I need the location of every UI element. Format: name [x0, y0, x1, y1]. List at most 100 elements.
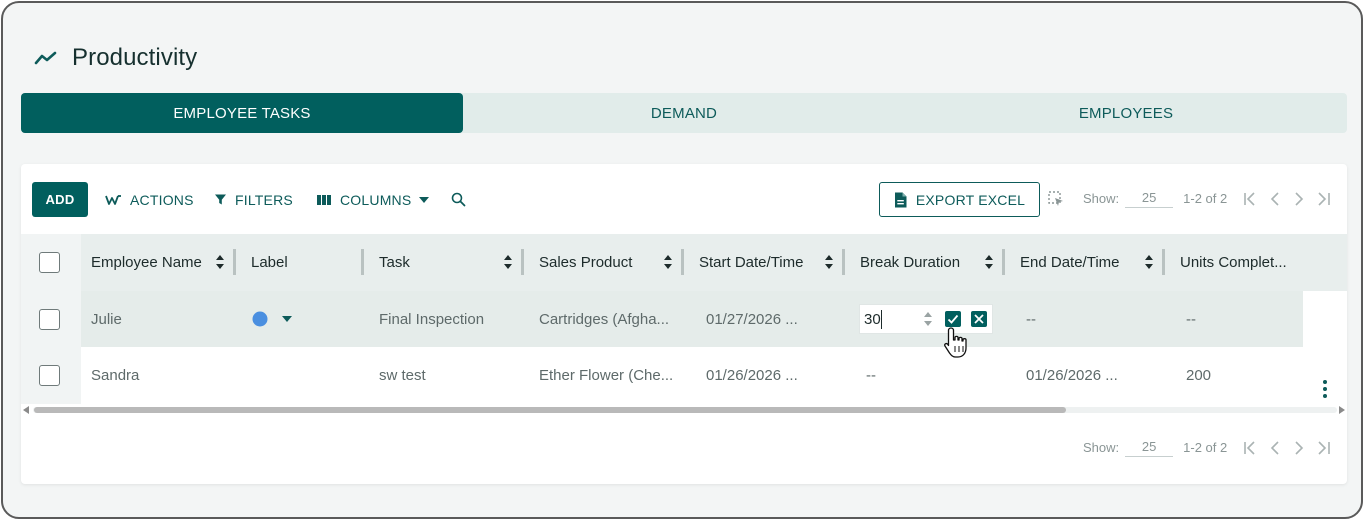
first-page-icon[interactable]: [1243, 191, 1258, 206]
first-page-icon[interactable]: [1243, 440, 1258, 455]
tab-employee-tasks[interactable]: EMPLOYEE TASKS: [21, 93, 463, 133]
export-excel-label: EXPORT EXCEL: [915, 191, 1026, 208]
columns-button[interactable]: COLUMNS: [316, 182, 430, 217]
task-cell: Final Inspection: [379, 310, 485, 328]
pointer-cursor-icon: [944, 327, 967, 358]
break-duration-cell: --: [866, 366, 876, 384]
document-icon: [894, 192, 907, 207]
page-range: 1-2 of 2: [1183, 191, 1228, 206]
page-header: Productivity: [34, 43, 197, 73]
units-completed-cell: --: [1186, 310, 1196, 328]
actions-label: ACTIONS: [130, 191, 194, 208]
grid-toolbar: ADD ACTIONS FILTERS COLUMNS EXPORT EXCEL…: [21, 164, 1347, 232]
table-row[interactable]: [21, 291, 1347, 347]
sort-icon[interactable]: [215, 254, 225, 270]
actions-icon: [105, 194, 121, 205]
top-pager: Show: 25 1-2 of 2: [1083, 181, 1331, 216]
break-duration-input[interactable]: 30: [859, 304, 993, 334]
horizontal-scrollbar[interactable]: [21, 403, 1347, 417]
previous-page-icon[interactable]: [1268, 191, 1282, 206]
tasks-grid: Employee Name Label Task Sales Product S…: [21, 234, 1347, 404]
show-label: Show:: [1083, 191, 1120, 206]
end-datetime-cell: --: [1026, 310, 1036, 328]
confirm-edit-button[interactable]: [945, 311, 961, 327]
number-stepper-icon[interactable]: [923, 310, 933, 328]
column-header-break-duration[interactable]: Break Duration: [860, 234, 960, 291]
previous-page-icon[interactable]: [1268, 440, 1282, 455]
last-page-icon[interactable]: [1316, 191, 1331, 206]
text-caret: [881, 310, 882, 329]
column-header-units-completed[interactable]: Units Complet...: [1180, 234, 1287, 291]
page-title: Productivity: [72, 44, 198, 71]
chevron-down-icon: [282, 316, 292, 322]
row-menu-icon[interactable]: [1323, 380, 1327, 401]
next-page-icon[interactable]: [1292, 191, 1306, 206]
units-completed-cell: 200: [1186, 366, 1212, 384]
filters-label: FILTERS: [235, 191, 293, 208]
column-resizer[interactable]: [233, 249, 236, 275]
start-datetime-cell: 01/27/2026 ...: [706, 310, 798, 328]
column-resizer[interactable]: [361, 249, 364, 275]
column-header-employee-name[interactable]: Employee Name: [91, 234, 202, 291]
label-picker[interactable]: [252, 291, 292, 347]
actions-button[interactable]: ACTIONS: [105, 182, 194, 217]
next-page-icon[interactable]: [1292, 440, 1306, 455]
page-size-input[interactable]: 25: [1125, 439, 1174, 457]
page-range: 1-2 of 2: [1183, 440, 1228, 455]
columns-label: COLUMNS: [340, 191, 412, 208]
show-label: Show:: [1083, 440, 1120, 455]
start-datetime-cell: 01/26/2026 ...: [706, 366, 798, 384]
column-header-label[interactable]: Label: [251, 234, 288, 291]
filter-icon: [215, 194, 226, 205]
column-header-sales-product[interactable]: Sales Product: [539, 234, 632, 291]
table-row[interactable]: [21, 347, 1347, 403]
tab-bar: EMPLOYEE TASKS DEMAND EMPLOYEES: [21, 93, 1347, 133]
task-cell: sw test: [379, 366, 426, 384]
employee-name-cell: Julie: [91, 310, 122, 328]
trending-up-icon: [34, 51, 57, 65]
selection-icon[interactable]: [1048, 191, 1064, 207]
end-datetime-cell: 01/26/2026 ...: [1026, 366, 1118, 384]
filters-button[interactable]: FILTERS: [214, 182, 293, 217]
break-duration-value: 30: [864, 311, 881, 328]
column-resizer[interactable]: [681, 249, 684, 275]
cancel-edit-button[interactable]: [971, 311, 987, 327]
select-all-checkbox[interactable]: [39, 252, 60, 273]
scroll-left-icon[interactable]: [23, 406, 29, 414]
scroll-thumb[interactable]: [34, 407, 1066, 413]
sort-icon[interactable]: [663, 254, 673, 270]
sort-icon[interactable]: [1144, 254, 1154, 270]
caret-down-icon: [419, 196, 430, 203]
column-resizer[interactable]: [1162, 249, 1165, 275]
employee-name-cell: Sandra: [91, 366, 140, 384]
close-icon: [974, 314, 984, 324]
sales-product-cell: Cartridges (Afgha...: [539, 310, 670, 328]
column-header-task[interactable]: Task: [379, 234, 410, 291]
column-header-end-datetime[interactable]: End Date/Time: [1020, 234, 1120, 291]
search-icon: [451, 192, 466, 207]
row-checkbox[interactable]: [39, 309, 60, 330]
sort-icon[interactable]: [984, 254, 994, 270]
add-button[interactable]: ADD: [32, 182, 88, 217]
search-button[interactable]: [451, 182, 466, 217]
column-header-start-datetime[interactable]: Start Date/Time: [699, 234, 803, 291]
column-resizer[interactable]: [1002, 249, 1005, 275]
sort-icon[interactable]: [503, 254, 513, 270]
tasks-card: ADD ACTIONS FILTERS COLUMNS EXPORT EXCEL…: [21, 164, 1347, 484]
row-checkbox[interactable]: [39, 365, 60, 386]
scroll-right-icon[interactable]: [1339, 406, 1345, 414]
export-excel-button[interactable]: EXPORT EXCEL: [879, 182, 1040, 217]
sort-icon[interactable]: [824, 254, 834, 270]
sales-product-cell: Ether Flower (Che...: [539, 366, 674, 384]
column-resizer[interactable]: [521, 249, 524, 275]
check-icon: [947, 314, 959, 324]
tab-employees[interactable]: EMPLOYEES: [905, 93, 1347, 133]
tab-demand[interactable]: DEMAND: [463, 93, 905, 133]
label-color-dot: [252, 311, 268, 327]
page-size-input[interactable]: 25: [1125, 190, 1174, 208]
last-page-icon[interactable]: [1316, 440, 1331, 455]
column-resizer[interactable]: [842, 249, 845, 275]
columns-icon: [317, 194, 331, 205]
bottom-pager: Show: 25 1-2 of 2: [1083, 430, 1331, 465]
app-window: Productivity EMPLOYEE TASKS DEMAND EMPLO…: [1, 1, 1363, 519]
